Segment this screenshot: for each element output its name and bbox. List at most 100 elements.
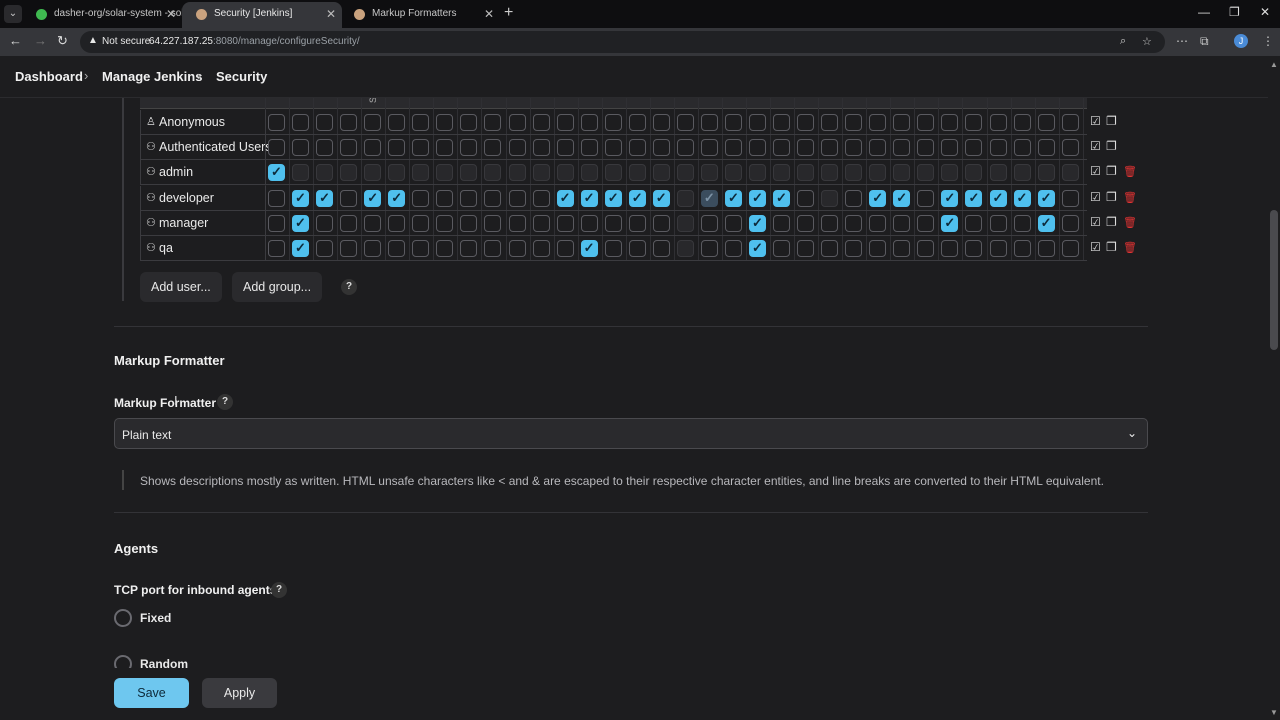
- permission-checkbox[interactable]: [292, 139, 310, 157]
- permission-checkbox[interactable]: [388, 114, 406, 131]
- permission-checkbox[interactable]: [749, 214, 766, 232]
- permission-checkbox[interactable]: [460, 214, 478, 232]
- permission-checkbox[interactable]: [893, 114, 911, 131]
- permission-checkbox[interactable]: [700, 214, 718, 232]
- reload-icon[interactable]: ↻: [57, 33, 68, 49]
- permission-checkbox[interactable]: [556, 214, 574, 232]
- permission-checkbox[interactable]: [749, 114, 766, 131]
- forward-icon[interactable]: →: [34, 33, 47, 48]
- media-icon[interactable]: ⋯: [1176, 34, 1188, 48]
- close-tab-icon[interactable]: ✕: [484, 2, 494, 26]
- permission-checkbox[interactable]: [965, 240, 983, 257]
- tab-search-icon[interactable]: ⌄: [4, 5, 22, 23]
- permission-checkbox[interactable]: [436, 240, 454, 257]
- permission-checkbox[interactable]: [412, 189, 430, 207]
- permission-checkbox[interactable]: [652, 139, 670, 157]
- permission-checkbox[interactable]: [1061, 214, 1079, 232]
- permission-checkbox[interactable]: [1061, 189, 1079, 207]
- permission-checkbox[interactable]: [652, 214, 670, 232]
- page-scrollbar[interactable]: [1268, 56, 1280, 720]
- permission-checkbox[interactable]: [1013, 214, 1031, 232]
- permission-checkbox[interactable]: [388, 189, 406, 207]
- permission-checkbox[interactable]: [484, 139, 502, 157]
- permission-checkbox[interactable]: [556, 114, 574, 131]
- delete-entry-icon[interactable]: 🗑: [1123, 216, 1137, 229]
- permission-checkbox[interactable]: [917, 214, 935, 232]
- permission-checkbox[interactable]: [1061, 114, 1079, 131]
- permission-checkbox[interactable]: [869, 240, 887, 257]
- permission-checkbox[interactable]: [340, 240, 358, 257]
- permission-checkbox[interactable]: [556, 240, 574, 257]
- permission-checkbox[interactable]: [797, 214, 815, 232]
- permission-checkbox[interactable]: [917, 189, 935, 207]
- permission-checkbox[interactable]: [845, 139, 863, 157]
- permission-checkbox[interactable]: [340, 214, 358, 232]
- permission-checkbox[interactable]: [893, 189, 911, 207]
- permission-checkbox[interactable]: [436, 214, 454, 232]
- permission-checkbox[interactable]: [941, 214, 959, 232]
- add-user-button[interactable]: Add user...: [140, 272, 222, 302]
- permission-checkbox[interactable]: [652, 114, 670, 131]
- permission-checkbox[interactable]: [316, 139, 334, 157]
- permission-checkbox[interactable]: [893, 240, 911, 257]
- permission-checkbox[interactable]: [989, 139, 1007, 157]
- permission-checkbox[interactable]: [628, 189, 646, 207]
- permission-checkbox[interactable]: [388, 214, 406, 232]
- browser-menu-icon[interactable]: ⋮: [1262, 34, 1274, 48]
- minimize-icon[interactable]: —: [1198, 5, 1210, 19]
- permission-checkbox[interactable]: [773, 114, 791, 131]
- new-tab-icon[interactable]: +: [504, 4, 513, 22]
- permission-checkbox[interactable]: [484, 114, 502, 131]
- permission-checkbox[interactable]: [364, 114, 382, 131]
- permission-checkbox[interactable]: [460, 114, 478, 131]
- select-all-icon[interactable]: ☑: [1090, 139, 1101, 153]
- permission-checkbox[interactable]: [797, 114, 815, 131]
- permission-checkbox[interactable]: [460, 139, 478, 157]
- permission-checkbox[interactable]: [460, 189, 478, 207]
- permission-checkbox[interactable]: [604, 139, 622, 157]
- permission-checkbox[interactable]: [749, 189, 766, 207]
- zoom-icon[interactable]: ⌕: [1120, 35, 1126, 48]
- permission-checkbox[interactable]: [484, 240, 502, 257]
- permission-checkbox[interactable]: [364, 240, 382, 257]
- permission-checkbox[interactable]: [869, 214, 887, 232]
- permission-checkbox[interactable]: [484, 189, 502, 207]
- permission-checkbox[interactable]: [773, 214, 791, 232]
- permission-checkbox[interactable]: [893, 139, 911, 157]
- permission-checkbox[interactable]: [941, 139, 959, 157]
- permission-checkbox[interactable]: [460, 240, 478, 257]
- permission-checkbox[interactable]: [364, 214, 382, 232]
- permission-checkbox[interactable]: [316, 189, 334, 207]
- permission-checkbox[interactable]: [316, 240, 334, 257]
- permission-checkbox[interactable]: [268, 114, 285, 131]
- permission-checkbox[interactable]: [580, 139, 598, 157]
- permission-checkbox[interactable]: [773, 189, 791, 207]
- permission-checkbox[interactable]: [821, 214, 839, 232]
- permission-checkbox[interactable]: [580, 214, 598, 232]
- permission-checkbox[interactable]: [604, 189, 622, 207]
- permission-checkbox[interactable]: [388, 139, 406, 157]
- permission-checkbox[interactable]: [989, 189, 1007, 207]
- permission-checkbox[interactable]: [749, 240, 766, 257]
- permission-checkbox[interactable]: [532, 189, 550, 207]
- permission-checkbox[interactable]: [580, 189, 598, 207]
- delete-entry-icon[interactable]: 🗑: [1123, 191, 1137, 204]
- delete-entry-icon[interactable]: 🗑: [1123, 165, 1137, 178]
- permission-checkbox[interactable]: [484, 214, 502, 232]
- permission-checkbox[interactable]: [1037, 189, 1055, 207]
- permission-checkbox[interactable]: [292, 114, 310, 131]
- permission-checkbox[interactable]: [965, 114, 983, 131]
- permission-checkbox[interactable]: [724, 240, 742, 257]
- permission-checkbox[interactable]: [917, 114, 935, 131]
- permission-checkbox[interactable]: [556, 139, 574, 157]
- permission-checkbox[interactable]: [845, 214, 863, 232]
- permission-checkbox[interactable]: [436, 139, 454, 157]
- permission-checkbox[interactable]: [797, 139, 815, 157]
- permission-checkbox[interactable]: [604, 214, 622, 232]
- permission-checkbox[interactable]: [652, 189, 670, 207]
- permission-checkbox[interactable]: [508, 139, 526, 157]
- apply-button[interactable]: Apply: [202, 678, 277, 708]
- permission-checkbox[interactable]: [941, 240, 959, 257]
- breadcrumb-manage-jenkins[interactable]: Manage Jenkins: [102, 69, 202, 84]
- permission-checkbox[interactable]: [532, 214, 550, 232]
